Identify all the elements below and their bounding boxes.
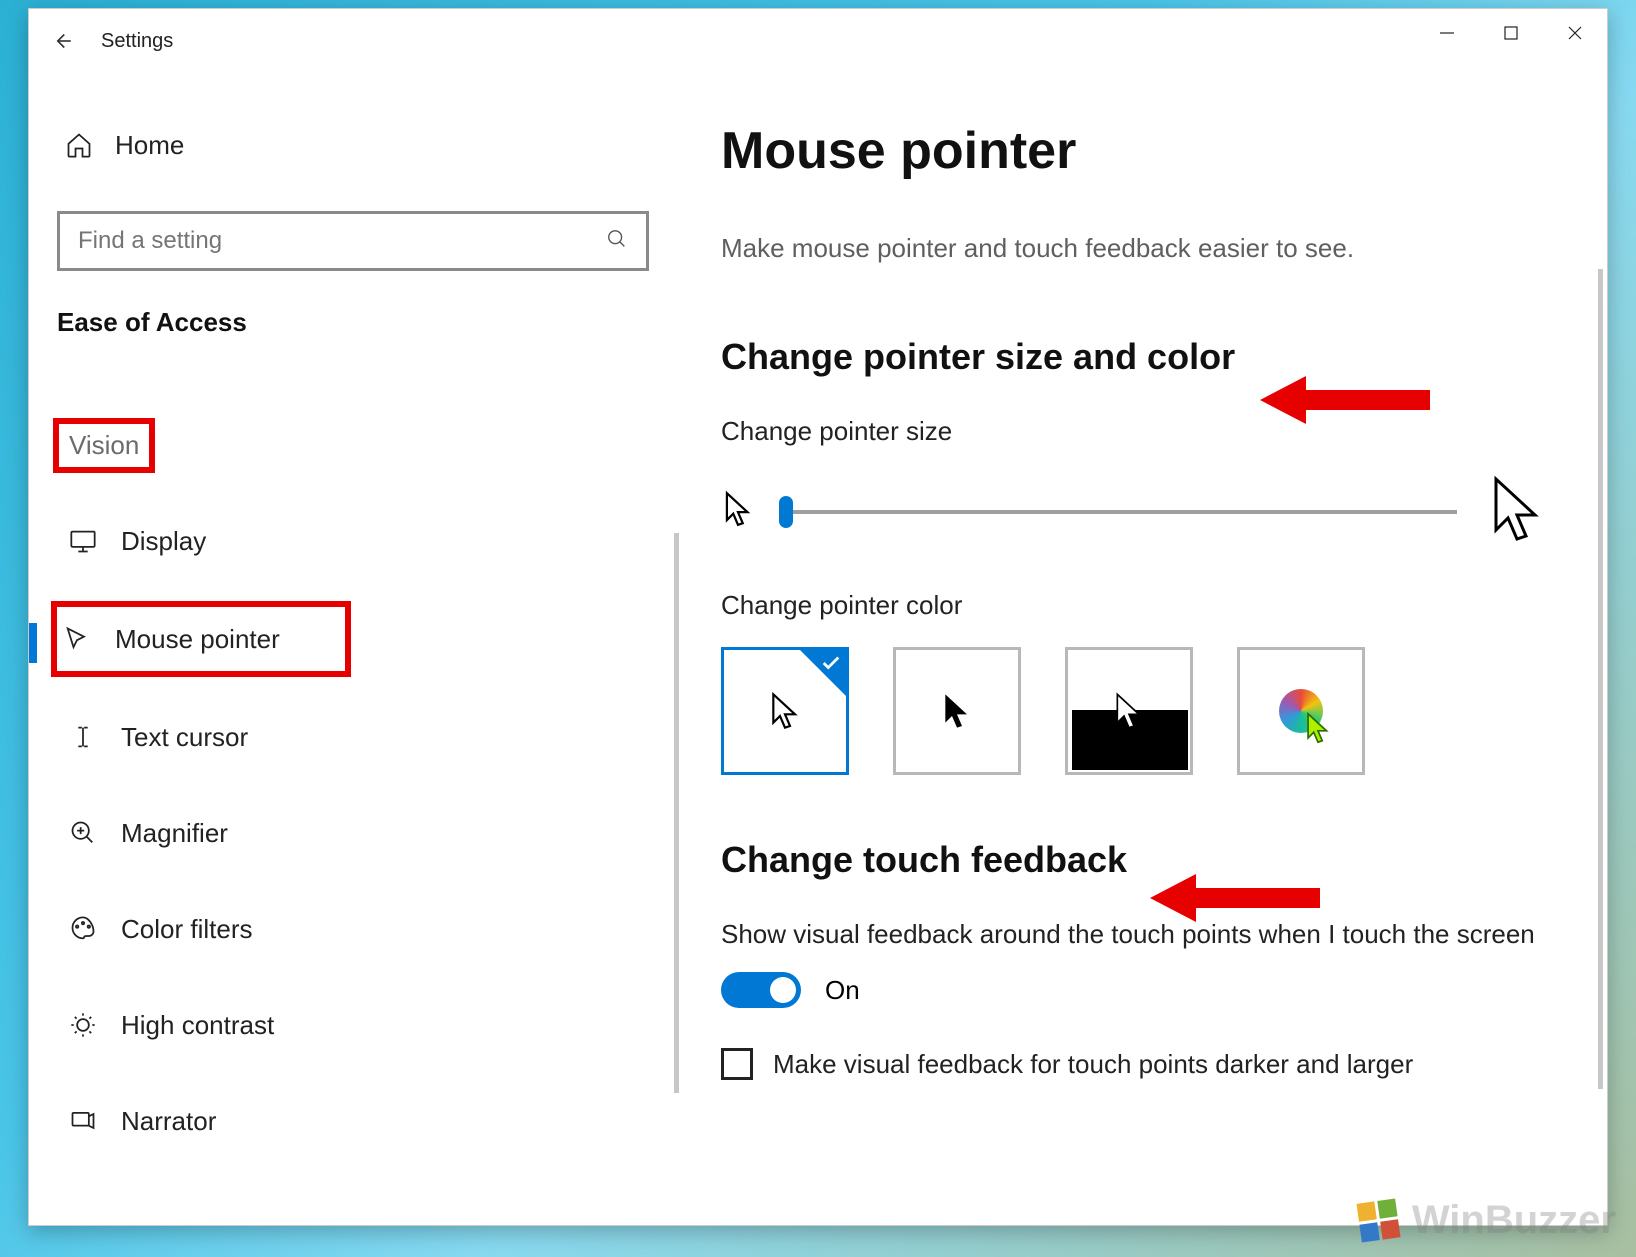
pointer-color-custom[interactable] [1237, 647, 1365, 775]
pointer-color-label: Change pointer color [721, 590, 1547, 621]
mouse-pointer-icon [63, 625, 91, 653]
settings-window: Settings Home Eas [28, 8, 1608, 1226]
sidebar-item-display[interactable]: Display [57, 505, 649, 577]
touch-feedback-toggle[interactable] [721, 972, 801, 1008]
close-icon [1567, 25, 1583, 41]
page-title: Mouse pointer [721, 121, 1547, 181]
sidebar-item-narrator[interactable]: Narrator [57, 1085, 649, 1157]
touch-feedback-toggle-row: On [721, 972, 1547, 1008]
content-scrollbar[interactable] [1598, 269, 1603, 1089]
pointer-color-options [721, 647, 1547, 775]
sidebar-item-label: High contrast [121, 1010, 274, 1041]
checkmark-icon [820, 652, 842, 679]
pointer-size-slider[interactable] [785, 510, 1457, 514]
narrator-icon [69, 1107, 97, 1135]
slider-thumb[interactable] [779, 496, 793, 528]
sidebar-home[interactable]: Home [57, 109, 649, 181]
color-wheel-wrap [1279, 689, 1323, 733]
sidebar-category: Ease of Access [57, 307, 649, 338]
search-box[interactable] [57, 211, 649, 271]
watermark-logo-icon [1356, 1198, 1400, 1242]
close-button[interactable] [1543, 9, 1607, 57]
watermark-text: WinBuzzer [1412, 1198, 1616, 1243]
checkbox[interactable] [721, 1048, 753, 1080]
sidebar-item-text-cursor[interactable]: Text cursor [57, 701, 649, 773]
sidebar-item-color-filters[interactable]: Color filters [57, 893, 649, 965]
lime-cursor-icon [1305, 711, 1331, 750]
maximize-button[interactable] [1479, 9, 1543, 57]
sidebar-item-label: Mouse pointer [115, 624, 280, 655]
text-cursor-icon [69, 723, 97, 751]
high-contrast-icon [69, 1011, 97, 1039]
pointer-color-white[interactable] [721, 647, 849, 775]
titlebar: Settings [29, 9, 1607, 73]
section-touch-feedback: Change touch feedback [721, 839, 1547, 881]
minimize-icon [1439, 25, 1455, 41]
toggle-knob [770, 977, 796, 1003]
sidebar-scrollbar[interactable] [674, 533, 679, 1093]
sidebar-item-magnifier[interactable]: Magnifier [57, 797, 649, 869]
white-cursor-icon [770, 691, 800, 731]
search-icon [606, 228, 628, 255]
minimize-button[interactable] [1415, 9, 1479, 57]
pointer-color-inverted[interactable] [1065, 647, 1193, 775]
sidebar-item-label: Display [121, 526, 206, 557]
watermark: WinBuzzer [1359, 1198, 1616, 1243]
sidebar: Home Ease of Access Vision Display Mouse… [29, 73, 681, 1225]
magnifier-icon [69, 819, 97, 847]
darker-larger-checkbox-row[interactable]: Make visual feedback for touch points da… [721, 1048, 1547, 1080]
sidebar-home-label: Home [115, 130, 184, 161]
back-arrow-icon [48, 28, 74, 54]
color-filters-icon [69, 915, 97, 943]
pointer-color-black[interactable] [893, 647, 1021, 775]
display-icon [69, 527, 97, 555]
sidebar-item-label: Narrator [121, 1106, 216, 1137]
toggle-state-label: On [825, 975, 860, 1006]
sidebar-item-label: Magnifier [121, 818, 228, 849]
content-area: Mouse pointer Make mouse pointer and tou… [681, 73, 1607, 1225]
home-icon [65, 131, 93, 159]
maximize-icon [1503, 25, 1519, 41]
checkbox-label: Make visual feedback for touch points da… [773, 1049, 1413, 1080]
sidebar-item-label: Color filters [121, 914, 252, 945]
back-button[interactable] [29, 9, 93, 73]
pointer-size-slider-row [721, 473, 1547, 550]
sidebar-item-mouse-pointer[interactable]: Mouse pointer [51, 601, 351, 677]
page-description: Make mouse pointer and touch feedback ea… [721, 233, 1547, 264]
black-cursor-icon [942, 691, 972, 731]
cursor-small-icon [721, 490, 755, 533]
section-pointer-size-color: Change pointer size and color [721, 336, 1547, 378]
inverted-cursor-icon [1114, 691, 1144, 731]
window-title: Settings [101, 30, 173, 53]
touch-feedback-description: Show visual feedback around the touch po… [721, 919, 1547, 950]
search-input[interactable] [78, 227, 606, 255]
sidebar-item-label: Text cursor [121, 722, 248, 753]
pointer-size-label: Change pointer size [721, 416, 1547, 447]
sidebar-group-vision: Vision [53, 418, 155, 473]
cursor-large-icon [1487, 473, 1547, 550]
sidebar-item-high-contrast[interactable]: High contrast [57, 989, 649, 1061]
window-controls [1415, 9, 1607, 57]
